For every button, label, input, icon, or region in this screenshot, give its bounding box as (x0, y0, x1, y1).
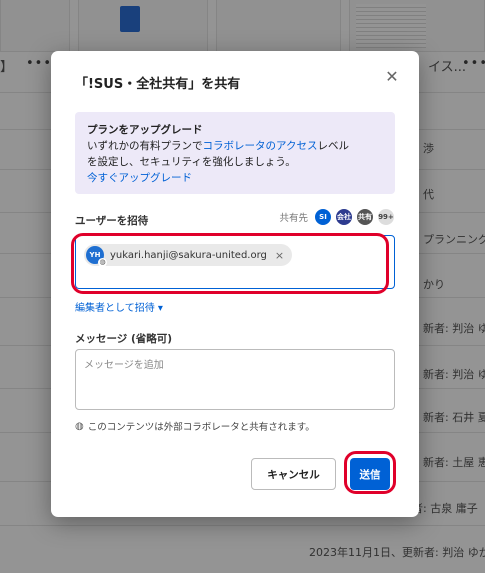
message-field[interactable] (75, 349, 395, 410)
cancel-button[interactable]: キャンセル (251, 458, 336, 490)
shared-with-label: 共有先 (279, 213, 308, 224)
external-globe-icon: ◍ (98, 258, 107, 267)
message-label: メッセージ (省略可) (75, 333, 173, 345)
upgrade-heading: プランをアップグレード (87, 124, 203, 136)
external-notice: ◍ このコンテンツは外部コラボレータと共有されます。 (75, 419, 315, 434)
remove-invitee-icon[interactable]: × (275, 249, 284, 262)
avatar: YH ◍ (86, 246, 107, 267)
invite-role-dropdown[interactable]: 編集者として招待 ▾ (75, 299, 163, 314)
invite-users-input[interactable]: YH ◍ yukari.hanji@sakura-united.org × (75, 235, 395, 289)
upgrade-now-link[interactable]: 今すぐアップグレード (87, 170, 383, 186)
invitee-email: yukari.hanji@sakura-united.org (110, 249, 267, 261)
shared-with-list: 共有先 SI 会社 共有 99+ (279, 208, 395, 226)
avatar[interactable]: 共有 (356, 208, 374, 226)
upgrade-text: レベル (317, 140, 349, 152)
more-collaborators-badge[interactable]: 99+ (377, 208, 395, 226)
avatar[interactable]: 会社 (335, 208, 353, 226)
upgrade-text: いずれかの有料プランで (87, 140, 203, 152)
invite-users-label: ユーザーを招待 (75, 215, 149, 227)
avatar[interactable]: SI (314, 208, 332, 226)
dialog-title: 「!SUS・全社共有」を共有 (75, 77, 241, 92)
send-button[interactable]: 送信 (350, 458, 390, 490)
share-dialog: 「!SUS・全社共有」を共有 ✕ プランをアップグレード いずれかの有料プランで… (51, 51, 419, 517)
close-icon[interactable]: ✕ (383, 68, 401, 86)
invitee-chip: YH ◍ yukari.hanji@sakura-united.org × (84, 244, 293, 267)
external-notice-text: このコンテンツは外部コラボレータと共有されます。 (87, 422, 315, 433)
collaborator-access-link[interactable]: コラボレータのアクセス (203, 140, 318, 152)
upgrade-line-1: いずれかの有料プランでコラボレータのアクセスレベル (87, 138, 383, 154)
upgrade-banner: プランをアップグレード いずれかの有料プランでコラボレータのアクセスレベル を設… (75, 112, 395, 194)
globe-icon: ◍ (75, 420, 84, 432)
upgrade-line-2: を設定し、セキュリティを強化しましょう。 (87, 156, 296, 168)
